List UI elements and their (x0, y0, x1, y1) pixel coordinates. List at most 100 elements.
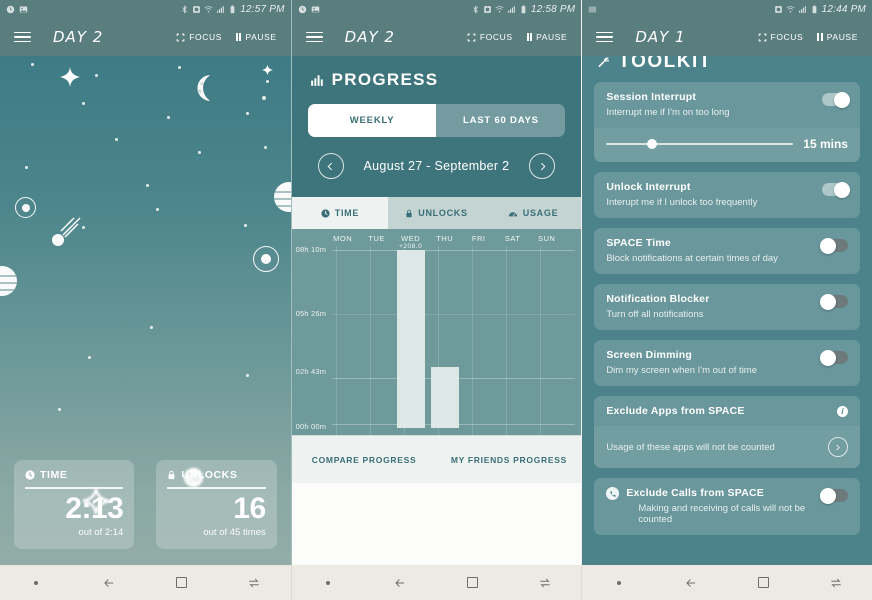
back-arrow-icon[interactable] (392, 575, 408, 591)
star (198, 151, 201, 154)
wrench-icon (598, 56, 610, 68)
tab-time[interactable]: TIME (291, 197, 389, 229)
focus-label: FOCUS (189, 32, 222, 42)
session-interrupt-text: Session Interrupt Interrupt me if I'm on… (606, 91, 822, 118)
info-icon[interactable]: i (836, 405, 848, 417)
session-interrupt-title: Session Interrupt (606, 91, 697, 103)
session-interrupt-toggle[interactable] (821, 91, 850, 108)
star (266, 80, 269, 83)
bar-chart-icon (310, 75, 323, 86)
status-left-icons (588, 5, 597, 14)
recents-icon[interactable] (828, 575, 844, 591)
screen-dimming-sub: Dim my screen when I'm out of time (606, 365, 758, 376)
unlock-interrupt-title: Unlock Interrupt (606, 181, 691, 193)
exclude-calls-toggle[interactable] (819, 487, 848, 504)
space-time-toggle[interactable] (819, 237, 848, 254)
bottom-white-area (291, 483, 582, 565)
wifi-icon (204, 5, 213, 12)
tab-usage-label: USAGE (522, 208, 559, 218)
unlock-interrupt-toggle[interactable] (821, 181, 850, 198)
image-icon (19, 6, 28, 12)
star (82, 226, 85, 229)
tab-weekly[interactable]: WEEKLY (307, 104, 437, 137)
notification-blocker-toggle[interactable] (819, 293, 848, 310)
x-tick-label: MON (333, 234, 353, 243)
exclude-apps-chevron-right-icon[interactable] (827, 437, 848, 457)
exclude-apps-text: Exclude Apps from SPACE (606, 405, 837, 417)
space-time-sub: Block notifications at certain times of … (606, 253, 778, 264)
bar-thu[interactable] (430, 367, 459, 428)
pause-button[interactable]: PAUSE (235, 32, 277, 42)
space-time-row[interactable]: SPACE Time Block notifications at certai… (594, 228, 860, 274)
y-tick-label: 05h 26m (295, 309, 327, 318)
tab-unlocks[interactable]: UNLOCKS (388, 197, 485, 229)
dot-icon[interactable] (611, 575, 627, 591)
prev-week-button[interactable] (317, 153, 344, 179)
recents-icon[interactable] (246, 575, 262, 591)
screen-dimming-text: Screen Dimming Dim my screen when I'm ou… (606, 349, 822, 376)
exclude-calls-row[interactable]: Exclude Calls from SPACE Making and rece… (594, 478, 860, 535)
next-week-button[interactable] (529, 153, 556, 179)
pause-label: PAUSE (826, 32, 858, 42)
session-interrupt-sub: Interrupt me if I'm on too long (606, 107, 730, 118)
home-square-icon[interactable] (755, 575, 771, 591)
battery-icon (230, 4, 235, 13)
dot-icon[interactable] (28, 575, 44, 591)
notification-blocker-sub: Turn off all notifications (606, 309, 704, 320)
toolkit-header: TOOLKIT (582, 56, 872, 72)
focus-button[interactable]: FOCUS (467, 32, 513, 42)
exclude-apps-title: Exclude Apps from SPACE (606, 405, 745, 417)
three-phone-screens: 12:57 PM DAY 2 FOCUS PAUSE TIME 2:13 out… (0, 0, 872, 565)
comet-icon (52, 217, 81, 246)
focus-button[interactable]: FOCUS (758, 32, 804, 42)
pause-button[interactable]: PAUSE (817, 32, 858, 42)
back-arrow-icon[interactable] (683, 575, 699, 591)
time-card-header: TIME (25, 469, 123, 481)
menu-icon[interactable] (14, 31, 31, 43)
unlock-interrupt-row[interactable]: Unlock Interrupt Interupt me if I unlock… (594, 172, 860, 218)
status-clock: 12:58 PM (530, 3, 576, 15)
time-card-value: 2:13 (65, 491, 124, 525)
dot-icon[interactable] (320, 575, 336, 591)
session-interrupt-row[interactable]: Session Interrupt Interrupt me if I'm on… (594, 82, 860, 128)
exclude-apps-detail-row[interactable]: Usage of these apps will not be counted (594, 426, 860, 468)
home-square-icon[interactable] (465, 575, 481, 591)
star (146, 184, 149, 187)
star (95, 74, 98, 77)
back-arrow-icon[interactable] (101, 575, 117, 591)
session-interrupt-slider[interactable] (606, 139, 794, 149)
star (82, 102, 85, 105)
tab-last-60-days[interactable]: LAST 60 DAYS (436, 104, 565, 137)
menu-icon[interactable] (305, 31, 323, 43)
star (246, 112, 249, 115)
toolkit-panel: TOOLKIT Session Interrupt Interrupt me i… (582, 56, 872, 565)
star (178, 66, 181, 69)
status-clock: 12:44 PM (821, 3, 866, 15)
toolkit-item-exclude-apps: Exclude Apps from SPACE i Usage of these… (594, 396, 860, 468)
session-interrupt-slider-row: 15 mins (594, 128, 860, 162)
screen-dimming-row[interactable]: Screen Dimming Dim my screen when I'm ou… (594, 340, 860, 386)
compare-progress-button[interactable]: COMPARE PROGRESS (292, 436, 437, 483)
pause-button[interactable]: PAUSE (526, 32, 568, 42)
time-stat-card[interactable]: TIME 2:13 out of 2:14 (14, 460, 135, 549)
star (115, 138, 118, 141)
home-square-icon[interactable] (174, 575, 190, 591)
notification-blocker-row[interactable]: Notification Blocker Turn off all notifi… (594, 284, 860, 330)
screen-dimming-title: Screen Dimming (606, 349, 692, 361)
unlock-interrupt-sub: Interupt me if I unlock too frequently (606, 197, 758, 208)
nav-bar-3 (581, 565, 872, 600)
striped-planet-icon (0, 266, 17, 296)
status-clock: 12:57 PM (240, 3, 285, 15)
battery-icon (812, 4, 816, 13)
exclude-calls-sub: Making and receiving of calls will not b… (638, 503, 806, 525)
my-friends-progress-button[interactable]: MY FRIENDS PROGRESS (436, 436, 581, 483)
tab-usage[interactable]: USAGE (485, 197, 582, 229)
menu-icon[interactable] (596, 31, 614, 43)
unlocks-stat-card[interactable]: UNLOCKS 16 out of 45 times (156, 460, 277, 549)
sparkle-star-icon (262, 64, 273, 76)
screen-dimming-toggle[interactable] (819, 349, 848, 366)
bar-wed[interactable] (396, 250, 425, 428)
status-bar-2: 12:58 PM (291, 0, 582, 18)
recents-icon[interactable] (537, 575, 553, 591)
focus-button[interactable]: FOCUS (176, 32, 222, 42)
